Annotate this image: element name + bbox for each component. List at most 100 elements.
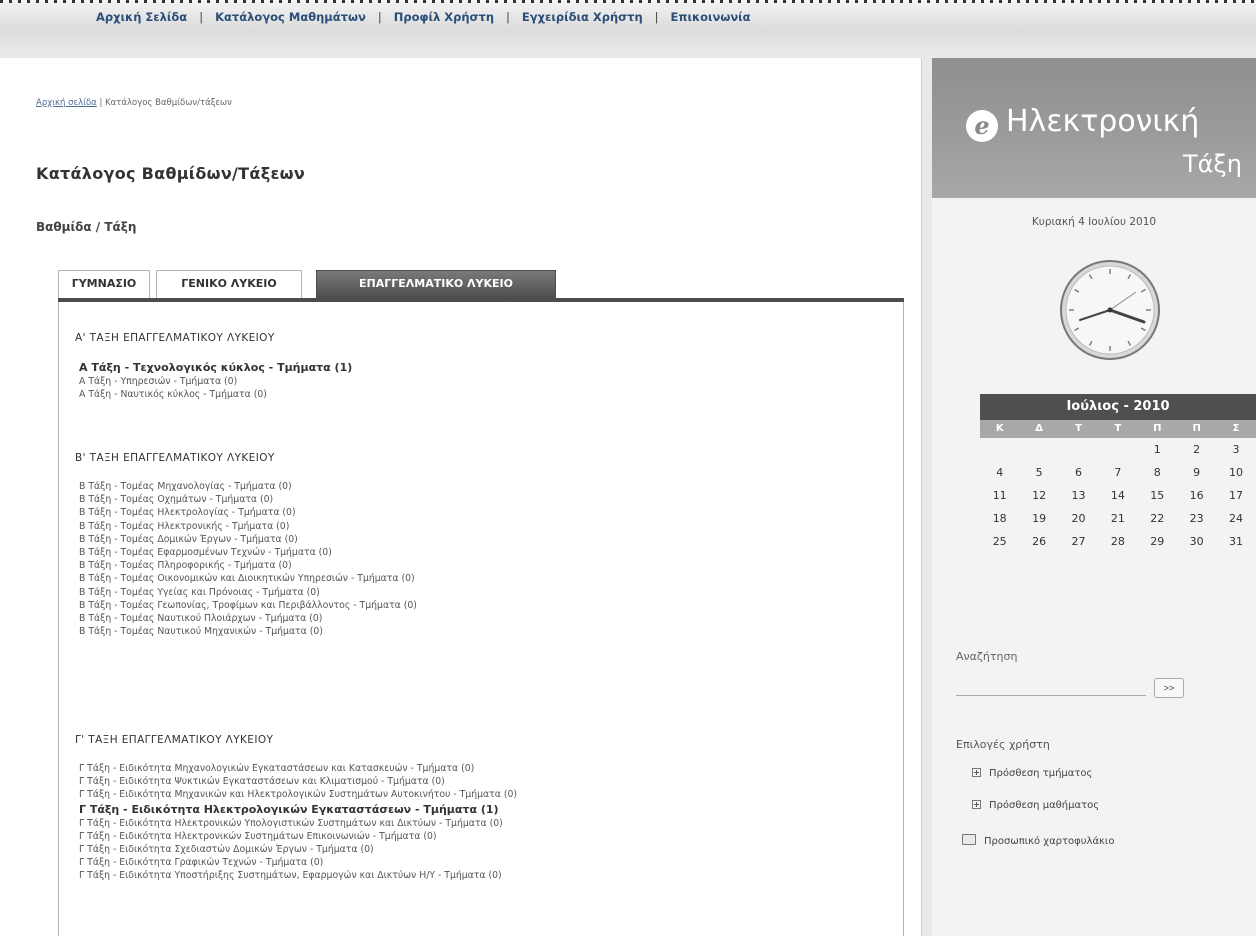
- plus-box-icon: [972, 800, 981, 809]
- option-label: Προσωπικό χαρτοφυλάκιο: [984, 836, 1115, 847]
- calendar-day[interactable]: 11: [980, 484, 1019, 507]
- calendar-day[interactable]: 31: [1216, 530, 1255, 553]
- nav-link-contact[interactable]: Επικοινωνία: [671, 10, 751, 24]
- tab-panel: Α' ΤΑΞΗ ΕΠΑΓΓΕΛΜΑΤΙΚΟΥ ΛΥΚΕΙΟΥ Α Τάξη - …: [58, 302, 904, 936]
- plus-box-icon: [972, 768, 981, 777]
- section-label: Βαθμίδα / Τάξη: [36, 220, 137, 234]
- calendar-day[interactable]: 3: [1216, 438, 1255, 461]
- calendar-day[interactable]: 5: [1019, 461, 1058, 484]
- search-input[interactable]: [956, 676, 1146, 696]
- add-class-link[interactable]: Πρόσθεση τμήματος: [972, 768, 1092, 779]
- breadcrumb-home-link[interactable]: Αρχική σελίδα: [36, 98, 97, 108]
- calendar-day[interactable]: 13: [1059, 484, 1098, 507]
- nav-link-course-catalog[interactable]: Κατάλογος Μαθημάτων: [215, 10, 366, 24]
- search-button[interactable]: >>: [1154, 678, 1184, 698]
- class-link[interactable]: Β Τάξη - Τομέας Μηχανολογίας - Τμήματα (…: [79, 480, 417, 493]
- dotted-border: [0, 0, 1256, 3]
- nav-link-user-profile[interactable]: Προφίλ Χρήστη: [394, 10, 494, 24]
- calendar-day[interactable]: 4: [980, 461, 1019, 484]
- calendar-day[interactable]: 27: [1059, 530, 1098, 553]
- weekday-label: Τ: [1075, 423, 1082, 434]
- class-link[interactable]: Γ Τάξη - Ειδικότητα Μηχανικών και Ηλεκτρ…: [79, 788, 517, 801]
- class-link[interactable]: Α Τάξη - Υπηρεσιών - Τμήματα (0): [79, 375, 352, 388]
- site-logo: e Ηλεκτρονική Τάξη: [932, 58, 1256, 198]
- class-link[interactable]: Β Τάξη - Τομέας Ναυτικού Μηχανικών - Τμή…: [79, 625, 417, 638]
- class-link[interactable]: Α Τάξη - Ναυτικός κύκλος - Τμήματα (0): [79, 388, 352, 401]
- calendar-day[interactable]: 14: [1098, 484, 1137, 507]
- class-link[interactable]: Α Τάξη - Τεχνολογικός κύκλος - Τμήματα (…: [79, 360, 352, 375]
- class-link[interactable]: Β Τάξη - Τομέας Ηλεκτρονικής - Τμήματα (…: [79, 520, 417, 533]
- nav-link-user-manuals[interactable]: Εγχειρίδια Χρήστη: [522, 10, 643, 24]
- calendar-day[interactable]: 21: [1098, 507, 1137, 530]
- calendar-week-row: 1 2 3: [980, 438, 1256, 461]
- class-link[interactable]: Β Τάξη - Τομέας Γεωπονίας, Τροφίμων και …: [79, 599, 417, 612]
- breadcrumb: Αρχική σελίδα | Κατάλογος Βαθμίδων/τάξεω…: [36, 98, 232, 108]
- calendar-day: [980, 438, 1019, 461]
- logo-text-line2: Τάξη: [1182, 150, 1242, 178]
- calendar-day[interactable]: 12: [1019, 484, 1058, 507]
- weekday-label: Δ: [1035, 423, 1043, 434]
- class-link[interactable]: Β Τάξη - Τομέας Δομικών Έργων - Τμήματα …: [79, 533, 417, 546]
- class-link[interactable]: Γ Τάξη - Ειδικότητα Μηχανολογικών Εγκατα…: [79, 762, 517, 775]
- logo-text-line1: Ηλεκτρονική: [1006, 104, 1200, 139]
- class-link[interactable]: Γ Τάξη - Ειδικότητα Ψυκτικών Εγκαταστάσε…: [79, 775, 517, 788]
- calendar-week-row: 18 19 20 21 22 23 24: [980, 507, 1256, 530]
- calendar-day[interactable]: 9: [1177, 461, 1216, 484]
- class-link[interactable]: Β Τάξη - Τομέας Οικονομικών και Διοικητι…: [79, 572, 417, 585]
- calendar-day[interactable]: 2: [1177, 438, 1216, 461]
- class-link[interactable]: Γ Τάξη - Ειδικότητα Σχεδιαστών Δομικών Έ…: [79, 843, 517, 856]
- class-link[interactable]: Γ Τάξη - Ειδικότητα Ηλεκτρονικών Υπολογι…: [79, 817, 517, 830]
- calendar-day[interactable]: 19: [1019, 507, 1058, 530]
- grade-heading-a: Α' ΤΑΞΗ ΕΠΑΓΓΕΛΜΑΤΙΚΟΥ ΛΥΚΕΙΟΥ: [75, 332, 275, 344]
- nav-separator: |: [654, 10, 659, 24]
- calendar-day[interactable]: 25: [980, 530, 1019, 553]
- top-navigation-bar: Αρχική Σελίδα | Κατάλογος Μαθημάτων | Προφίλ…: [0, 0, 1256, 48]
- calendar-day[interactable]: 24: [1216, 507, 1255, 530]
- calendar-day[interactable]: 7: [1098, 461, 1137, 484]
- calendar: Ιούλιος - 2010 Κ Δ Τ Τ Π Π Σ 1 2 3 4 5 6…: [980, 394, 1256, 553]
- tab-epaggelmatiko-lykeio[interactable]: ΕΠΑΓΓΕΛΜΑΤΙΚΟ ΛΥΚΕΙΟ: [316, 270, 556, 298]
- user-options-title: Επιλογές χρήστη: [956, 738, 1050, 751]
- class-link[interactable]: Γ Τάξη - Ειδικότητα Γραφικών Τεχνών - Τμ…: [79, 856, 517, 869]
- grade-heading-c: Γ' ΤΑΞΗ ΕΠΑΓΓΕΛΜΑΤΙΚΟΥ ΛΥΚΕΙΟΥ: [75, 734, 274, 746]
- class-link[interactable]: Γ Τάξη - Ειδικότητα Ηλεκτρονικών Συστημά…: [79, 830, 517, 843]
- add-course-link[interactable]: Πρόσθεση μαθήματος: [972, 800, 1099, 811]
- calendar-day[interactable]: 23: [1177, 507, 1216, 530]
- calendar-day[interactable]: 28: [1098, 530, 1137, 553]
- class-link[interactable]: Β Τάξη - Τομέας Οχημάτων - Τμήματα (0): [79, 493, 417, 506]
- folder-icon: [962, 834, 976, 845]
- calendar-week-row: 11 12 13 14 15 16 17: [980, 484, 1256, 507]
- class-link[interactable]: Γ Τάξη - Ειδικότητα Ηλεκτρολογικών Εγκατ…: [79, 802, 517, 817]
- calendar-day[interactable]: 26: [1019, 530, 1058, 553]
- class-link[interactable]: Γ Τάξη - Ειδικότητα Υποστήριξης Συστημάτ…: [79, 869, 517, 882]
- weekday-label: Π: [1153, 423, 1162, 434]
- nav-link-home[interactable]: Αρχική Σελίδα: [96, 10, 187, 24]
- calendar-day[interactable]: 16: [1177, 484, 1216, 507]
- calendar-day[interactable]: 6: [1059, 461, 1098, 484]
- class-link[interactable]: Β Τάξη - Τομέας Ναυτικού Πλοιάρχων - Τμή…: [79, 612, 417, 625]
- calendar-week-row: 4 5 6 7 8 9 10: [980, 461, 1256, 484]
- tab-gymnasio[interactable]: ΓΥΜΝΑΣΙΟ: [58, 270, 150, 298]
- calendar-day[interactable]: 17: [1216, 484, 1255, 507]
- option-label: Πρόσθεση τμήματος: [989, 768, 1093, 779]
- tab-geniko-lykeio[interactable]: ΓΕΝΙΚΟ ΛΥΚΕΙΟ: [156, 270, 302, 298]
- class-link[interactable]: Β Τάξη - Τομέας Πληροφορικής - Τμήματα (…: [79, 559, 417, 572]
- class-link[interactable]: Β Τάξη - Τομέας Υγείας και Πρόνοιας - Τμ…: [79, 586, 417, 599]
- calendar-day[interactable]: 8: [1138, 461, 1177, 484]
- calendar-day[interactable]: 20: [1059, 507, 1098, 530]
- weekday-label: Τ: [1114, 423, 1122, 434]
- calendar-day[interactable]: 1: [1138, 438, 1177, 461]
- grade-c-class-list: Γ Τάξη - Ειδικότητα Μηχανολογικών Εγκατα…: [79, 762, 517, 883]
- calendar-day[interactable]: 10: [1216, 461, 1255, 484]
- search-label: Αναζήτηση: [956, 650, 1018, 663]
- calendar-day[interactable]: 30: [1177, 530, 1216, 553]
- class-link[interactable]: Β Τάξη - Τομέας Ηλεκτρολογίας - Τμήματα …: [79, 506, 417, 519]
- class-link[interactable]: Β Τάξη - Τομέας Εφαρμοσμένων Τεχνών - Τμ…: [79, 546, 417, 559]
- personal-portfolio-link[interactable]: Προσωπικό χαρτοφυλάκιο: [962, 834, 1114, 847]
- weekday-label: Σ: [1232, 423, 1240, 434]
- calendar-day[interactable]: 15: [1138, 484, 1177, 507]
- calendar-day[interactable]: 18: [980, 507, 1019, 530]
- calendar-day[interactable]: 29: [1138, 530, 1177, 553]
- calendar-day[interactable]: 22: [1138, 507, 1177, 530]
- weekday-label: Π: [1192, 423, 1201, 434]
